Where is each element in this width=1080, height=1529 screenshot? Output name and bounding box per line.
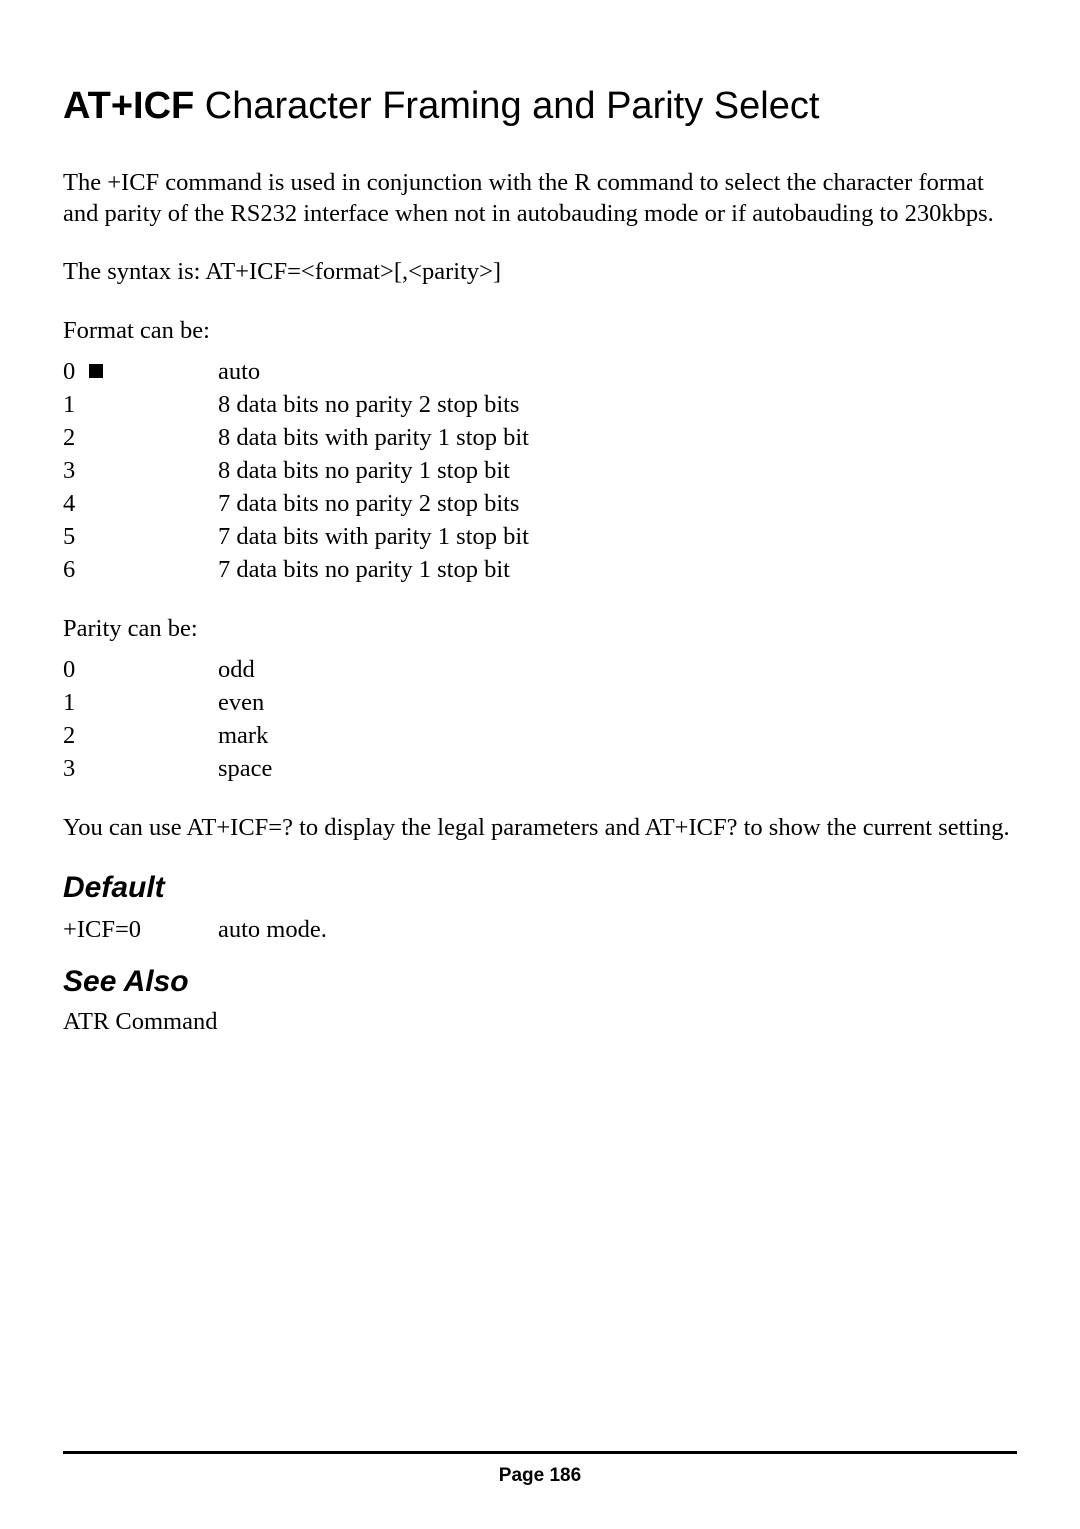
table-row: 67 data bits no parity 1 stop bit (63, 553, 1017, 586)
parity-lead: Parity can be: (63, 614, 1017, 645)
table-row: 38 data bits no parity 1 stop bit (63, 454, 1017, 487)
row-code: 0 (63, 355, 218, 388)
table-row: 0 auto (63, 355, 1017, 388)
row-desc: even (218, 686, 1017, 719)
row-code: 1 (63, 686, 218, 719)
row-desc: auto (218, 355, 1017, 388)
table-row: 28 data bits with parity 1 stop bit (63, 421, 1017, 454)
footer-rule (63, 1451, 1017, 1454)
table-row: 2mark (63, 719, 1017, 752)
page-title: AT+ICF Character Framing and Parity Sele… (63, 85, 1017, 128)
default-heading: Default (63, 871, 1017, 905)
intro-paragraph: The +ICF command is used in conjunction … (63, 168, 1017, 229)
table-row: +ICF=0 auto mode. (63, 913, 1017, 946)
table-row: 47 data bits no parity 2 stop bits (63, 487, 1017, 520)
row-desc: 7 data bits with parity 1 stop bit (218, 520, 1017, 553)
row-desc: 8 data bits with parity 1 stop bit (218, 421, 1017, 454)
square-bullet-icon (89, 364, 103, 378)
default-table: +ICF=0 auto mode. (63, 913, 1017, 946)
parity-table: 0odd1even2mark3space (63, 653, 1017, 785)
table-row: 1even (63, 686, 1017, 719)
row-code: 0 (63, 653, 218, 686)
page: AT+ICF Character Framing and Parity Sele… (0, 0, 1080, 1529)
table-row: 57 data bits with parity 1 stop bit (63, 520, 1017, 553)
title-rest: Character Framing and Parity Select (194, 85, 819, 127)
title-command: AT+ICF (63, 85, 194, 127)
see-also-heading: See Also (63, 965, 1017, 999)
row-code: 2 (63, 421, 218, 454)
row-desc: 8 data bits no parity 1 stop bit (218, 454, 1017, 487)
row-code: 4 (63, 487, 218, 520)
format-table: 0 auto18 data bits no parity 2 stop bits… (63, 355, 1017, 586)
row-desc: odd (218, 653, 1017, 686)
row-code: 3 (63, 752, 218, 785)
page-number: Page 186 (0, 1465, 1080, 1487)
table-row: 3space (63, 752, 1017, 785)
row-desc: 8 data bits no parity 2 stop bits (218, 388, 1017, 421)
row-code: 5 (63, 520, 218, 553)
row-desc: space (218, 752, 1017, 785)
row-code: 3 (63, 454, 218, 487)
table-row: 18 data bits no parity 2 stop bits (63, 388, 1017, 421)
row-desc: 7 data bits no parity 2 stop bits (218, 487, 1017, 520)
default-desc: auto mode. (218, 913, 1017, 946)
format-lead: Format can be: (63, 316, 1017, 347)
row-desc: 7 data bits no parity 1 stop bit (218, 553, 1017, 586)
row-code: 2 (63, 719, 218, 752)
usage-paragraph: You can use AT+ICF=? to display the lega… (63, 813, 1017, 844)
default-code: +ICF=0 (63, 913, 218, 946)
table-row: 0odd (63, 653, 1017, 686)
syntax-paragraph: The syntax is: AT+ICF=<format>[,<parity>… (63, 257, 1017, 288)
row-code: 1 (63, 388, 218, 421)
see-also-text: ATR Command (63, 1007, 1017, 1038)
row-code: 6 (63, 553, 218, 586)
row-desc: mark (218, 719, 1017, 752)
